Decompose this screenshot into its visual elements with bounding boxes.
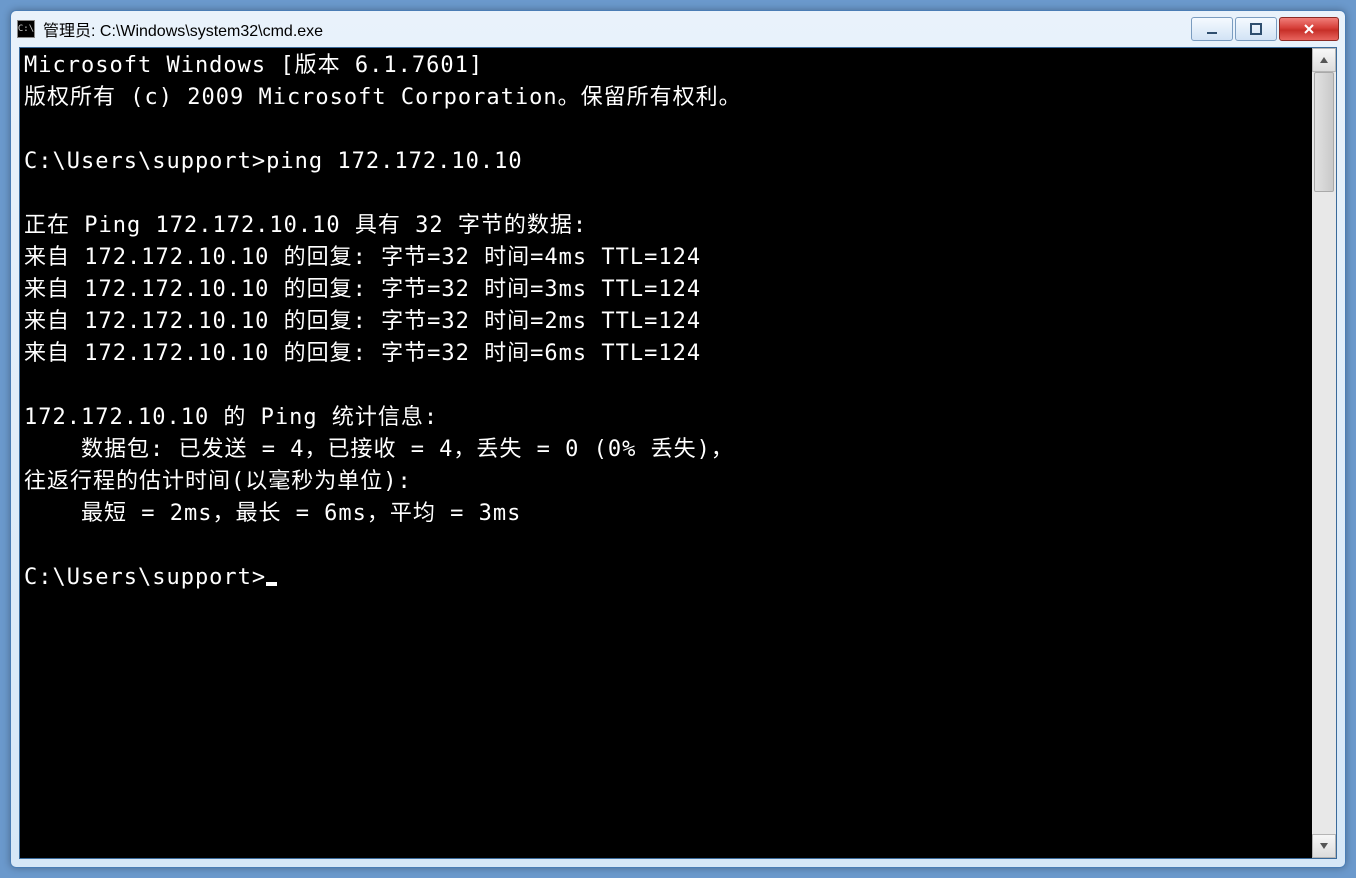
- terminal-line: C:\Users\support>: [24, 562, 1308, 594]
- terminal-line: Microsoft Windows [版本 6.1.7601]: [24, 50, 1308, 82]
- terminal-line: 来自 172.172.10.10 的回复: 字节=32 时间=6ms TTL=1…: [24, 338, 1308, 370]
- terminal-line: 版权所有 (c) 2009 Microsoft Corporation。保留所有…: [24, 82, 1308, 114]
- terminal-output[interactable]: Microsoft Windows [版本 6.1.7601]版权所有 (c) …: [20, 48, 1312, 858]
- vertical-scrollbar[interactable]: [1312, 48, 1336, 858]
- scroll-track[interactable]: [1312, 72, 1336, 834]
- maximize-button[interactable]: [1235, 17, 1277, 41]
- terminal-line: C:\Users\support>ping 172.172.10.10: [24, 146, 1308, 178]
- terminal-line: 最短 = 2ms，最长 = 6ms，平均 = 3ms: [24, 498, 1308, 530]
- cmd-icon: C:\: [17, 20, 35, 38]
- terminal-line: 来自 172.172.10.10 的回复: 字节=32 时间=2ms TTL=1…: [24, 306, 1308, 338]
- window-controls: [1191, 17, 1339, 41]
- scroll-up-button[interactable]: [1312, 48, 1336, 72]
- scroll-down-button[interactable]: [1312, 834, 1336, 858]
- close-button[interactable]: [1279, 17, 1339, 41]
- terminal-line: 来自 172.172.10.10 的回复: 字节=32 时间=4ms TTL=1…: [24, 242, 1308, 274]
- terminal-line: [24, 178, 1308, 210]
- terminal-line: 来自 172.172.10.10 的回复: 字节=32 时间=3ms TTL=1…: [24, 274, 1308, 306]
- scroll-thumb[interactable]: [1314, 72, 1334, 192]
- minimize-button[interactable]: [1191, 17, 1233, 41]
- client-area: Microsoft Windows [版本 6.1.7601]版权所有 (c) …: [19, 47, 1337, 859]
- terminal-line: [24, 530, 1308, 562]
- terminal-line: 正在 Ping 172.172.10.10 具有 32 字节的数据:: [24, 210, 1308, 242]
- window-title: 管理员: C:\Windows\system32\cmd.exe: [43, 17, 1191, 41]
- terminal-line: 172.172.10.10 的 Ping 统计信息:: [24, 402, 1308, 434]
- terminal-line: 数据包: 已发送 = 4，已接收 = 4，丢失 = 0 (0% 丢失)，: [24, 434, 1308, 466]
- cursor: [266, 582, 277, 586]
- terminal-line: [24, 114, 1308, 146]
- titlebar[interactable]: C:\ 管理员: C:\Windows\system32\cmd.exe: [11, 11, 1345, 47]
- terminal-line: [24, 370, 1308, 402]
- terminal-line: 往返行程的估计时间(以毫秒为单位):: [24, 466, 1308, 498]
- cmd-window: C:\ 管理员: C:\Windows\system32\cmd.exe Mic…: [10, 10, 1346, 868]
